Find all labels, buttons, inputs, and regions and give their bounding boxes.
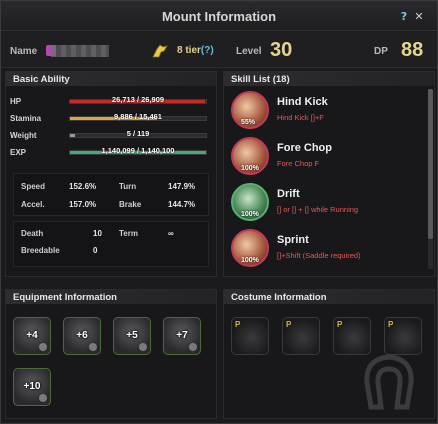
title-bar[interactable]: Mount Information ? ✕ bbox=[1, 1, 437, 31]
turn-label: Turn bbox=[119, 182, 137, 191]
equipment-slot[interactable]: +6 bbox=[63, 317, 101, 355]
misc-stats-panel bbox=[13, 221, 209, 267]
term-label: Term bbox=[119, 229, 138, 238]
skill-name: Fore Chop bbox=[277, 142, 332, 154]
enhancement-level: +6 bbox=[76, 330, 88, 341]
skill-list-header: Skill List (18) bbox=[224, 72, 434, 86]
accel-value: 157.0% bbox=[69, 200, 97, 209]
skill-item[interactable]: 100% Sprint []+Shift (Saddle required) bbox=[227, 227, 427, 271]
stat-label-weight: Weight bbox=[10, 131, 37, 140]
skill-list-scrollbar[interactable] bbox=[428, 89, 433, 269]
stat-value-exp: 1,140,099 / 1,140,100 bbox=[101, 146, 175, 155]
mount-name-redacted bbox=[51, 45, 109, 57]
equipment-slot[interactable]: +7 bbox=[163, 317, 201, 355]
skill-item[interactable]: 100% Drift [] or [] + [] while Running bbox=[227, 181, 427, 225]
breedable-label: Breedable bbox=[21, 246, 60, 255]
death-label: Death bbox=[21, 229, 44, 238]
movement-stats-panel bbox=[13, 173, 209, 216]
mount-tier: 8 tier(?) bbox=[177, 45, 214, 56]
dp-value: 88 bbox=[401, 39, 424, 61]
costume-slot[interactable]: P bbox=[384, 317, 422, 355]
term-value: ∞ bbox=[168, 229, 174, 238]
premium-badge: P bbox=[337, 320, 343, 329]
skill-progress: 55% bbox=[241, 119, 256, 126]
slot-status-icon bbox=[39, 394, 47, 402]
equipment-header: Equipment Information bbox=[6, 290, 216, 304]
dp-label: DP bbox=[374, 46, 388, 57]
basic-ability-header: Basic Ability bbox=[6, 72, 216, 86]
premium-badge: P bbox=[286, 320, 292, 329]
skill-command: [] or [] + [] while Running bbox=[277, 205, 359, 214]
skill-command: []+Shift (Saddle required) bbox=[277, 251, 361, 260]
accel-label: Accel. bbox=[21, 200, 45, 209]
skill-name: Sprint bbox=[277, 234, 309, 246]
speed-label: Speed bbox=[21, 182, 46, 191]
stat-label-exp: EXP bbox=[10, 148, 27, 157]
costume-header: Costume Information bbox=[224, 290, 434, 304]
tier-help-icon[interactable]: (?) bbox=[201, 45, 214, 56]
skill-progress: 100% bbox=[241, 165, 259, 172]
enhancement-level: +4 bbox=[26, 330, 38, 341]
stat-value-hp: 26,713 / 26,909 bbox=[111, 95, 165, 104]
skill-progress: 100% bbox=[241, 211, 259, 218]
turn-value: 147.9% bbox=[168, 182, 196, 191]
skill-item[interactable]: 55% Hind Kick Hind Kick []+F bbox=[227, 89, 427, 133]
stat-value-stamina: 9,886 / 15,461 bbox=[114, 112, 162, 121]
costume-slot[interactable]: P bbox=[333, 317, 371, 355]
equipment-slot[interactable]: +10 bbox=[13, 368, 51, 406]
slot-status-icon bbox=[189, 343, 197, 351]
skill-command: Hind Kick []+F bbox=[277, 113, 324, 122]
premium-badge: P bbox=[235, 320, 241, 329]
stat-label-hp: HP bbox=[10, 97, 22, 106]
slot-status-icon bbox=[89, 343, 97, 351]
skill-progress: 100% bbox=[241, 257, 259, 264]
level-value: 30 bbox=[270, 39, 293, 61]
close-button[interactable]: ✕ bbox=[413, 10, 425, 23]
horseshoe-emblem-icon bbox=[364, 354, 414, 410]
scrollbar-thumb[interactable] bbox=[428, 89, 433, 239]
brake-value: 144.7% bbox=[168, 200, 196, 209]
horse-tier-icon bbox=[152, 44, 168, 58]
window-title: Mount Information bbox=[161, 9, 277, 24]
breedable-value: 0 bbox=[93, 246, 98, 255]
enhancement-level: +5 bbox=[126, 330, 138, 341]
skill-name: Hind Kick bbox=[277, 96, 328, 108]
equipment-slot[interactable]: +4 bbox=[13, 317, 51, 355]
stat-label-stamina: Stamina bbox=[10, 114, 42, 123]
brake-label: Brake bbox=[119, 200, 142, 209]
equipment-slot[interactable]: +5 bbox=[113, 317, 151, 355]
stat-value-weight: 5 / 119 bbox=[126, 129, 150, 138]
mount-information-window: Mount Information ? ✕ Name 8 tier(?) Lev… bbox=[0, 0, 438, 424]
enhancement-level: +7 bbox=[176, 330, 188, 341]
enhancement-level: +10 bbox=[23, 381, 41, 392]
costume-slot[interactable]: P bbox=[231, 317, 269, 355]
slot-status-icon bbox=[39, 343, 47, 351]
death-value: 10 bbox=[93, 229, 102, 238]
skill-item[interactable]: 100% Fore Chop Fore Chop F bbox=[227, 135, 427, 179]
name-label: Name bbox=[10, 46, 38, 57]
skill-command: Fore Chop F bbox=[277, 159, 320, 168]
slot-status-icon bbox=[139, 343, 147, 351]
level-label: Level bbox=[236, 46, 262, 57]
premium-badge: P bbox=[388, 320, 394, 329]
costume-slot[interactable]: P bbox=[282, 317, 320, 355]
help-button[interactable]: ? bbox=[398, 10, 410, 23]
skill-name: Drift bbox=[277, 188, 300, 200]
speed-value: 152.6% bbox=[69, 182, 97, 191]
